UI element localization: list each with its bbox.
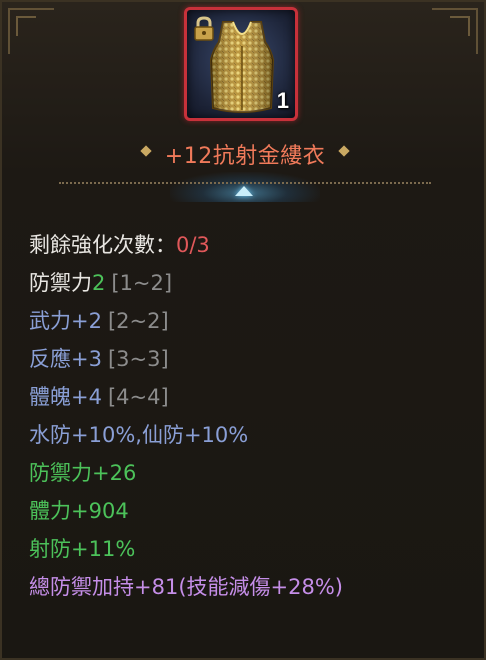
physique-line: 體魄+4 [4~4] [29,378,469,416]
stack-count: 1 [276,88,289,113]
divider [59,182,431,184]
remaining-enhance-line: 剩餘強化次數：0/3 [29,226,469,264]
defense-range: [1~2] [111,271,173,295]
resist-line: 水防+10%,仙防+10% [29,423,249,447]
total-defense-bonus-line: 總防禦加持+81(技能減傷+28%) [29,575,343,599]
bonus-shot-resist-line: 射防+11% [29,537,136,561]
bonus-stamina-line: 體力+904 [29,499,129,523]
item-icon-slot[interactable]: 1 [184,7,298,121]
physique-range: [4~4] [107,385,169,409]
remaining-enhance-label: 剩餘強化次數： [29,233,176,257]
item-name: +12抗射金縷衣 [164,144,326,169]
defense-line: 防禦力2 [1~2] [29,264,469,302]
collapse-arrow-icon[interactable] [235,186,253,196]
martial-line: 武力+2 [2~2] [29,302,469,340]
item-title-row: +12抗射金縷衣 [2,138,484,174]
diamond-left-icon [140,145,152,157]
corner-ornament-inner-top-right [450,16,470,36]
diamond-right-icon [338,145,350,157]
martial-range: [2~2] [107,309,169,333]
lock-icon [194,16,214,41]
reflex-range: [3~3] [107,347,169,371]
reflex-line: 反應+3 [3~3] [29,340,469,378]
defense-value: 2 [92,271,106,295]
bonus-defense-line: 防禦力+26 [29,461,137,485]
defense-label: 防禦力 [29,271,92,295]
item-tooltip-panel: 1 +12抗射金縷衣 剩餘強化次數：0/3 防禦力2 [1~2] 武力+2 [2~2… [0,0,486,660]
physique-label: 體魄+4 [29,385,102,409]
remaining-enhance-value: 0/3 [176,233,210,257]
reflex-label: 反應+3 [29,347,102,371]
corner-ornament-inner-top-left [16,16,36,36]
martial-label: 武力+2 [29,309,102,333]
stat-list: 剩餘強化次數：0/3 防禦力2 [1~2] 武力+2 [2~2] 反應+3 [3~3]… [29,226,469,606]
